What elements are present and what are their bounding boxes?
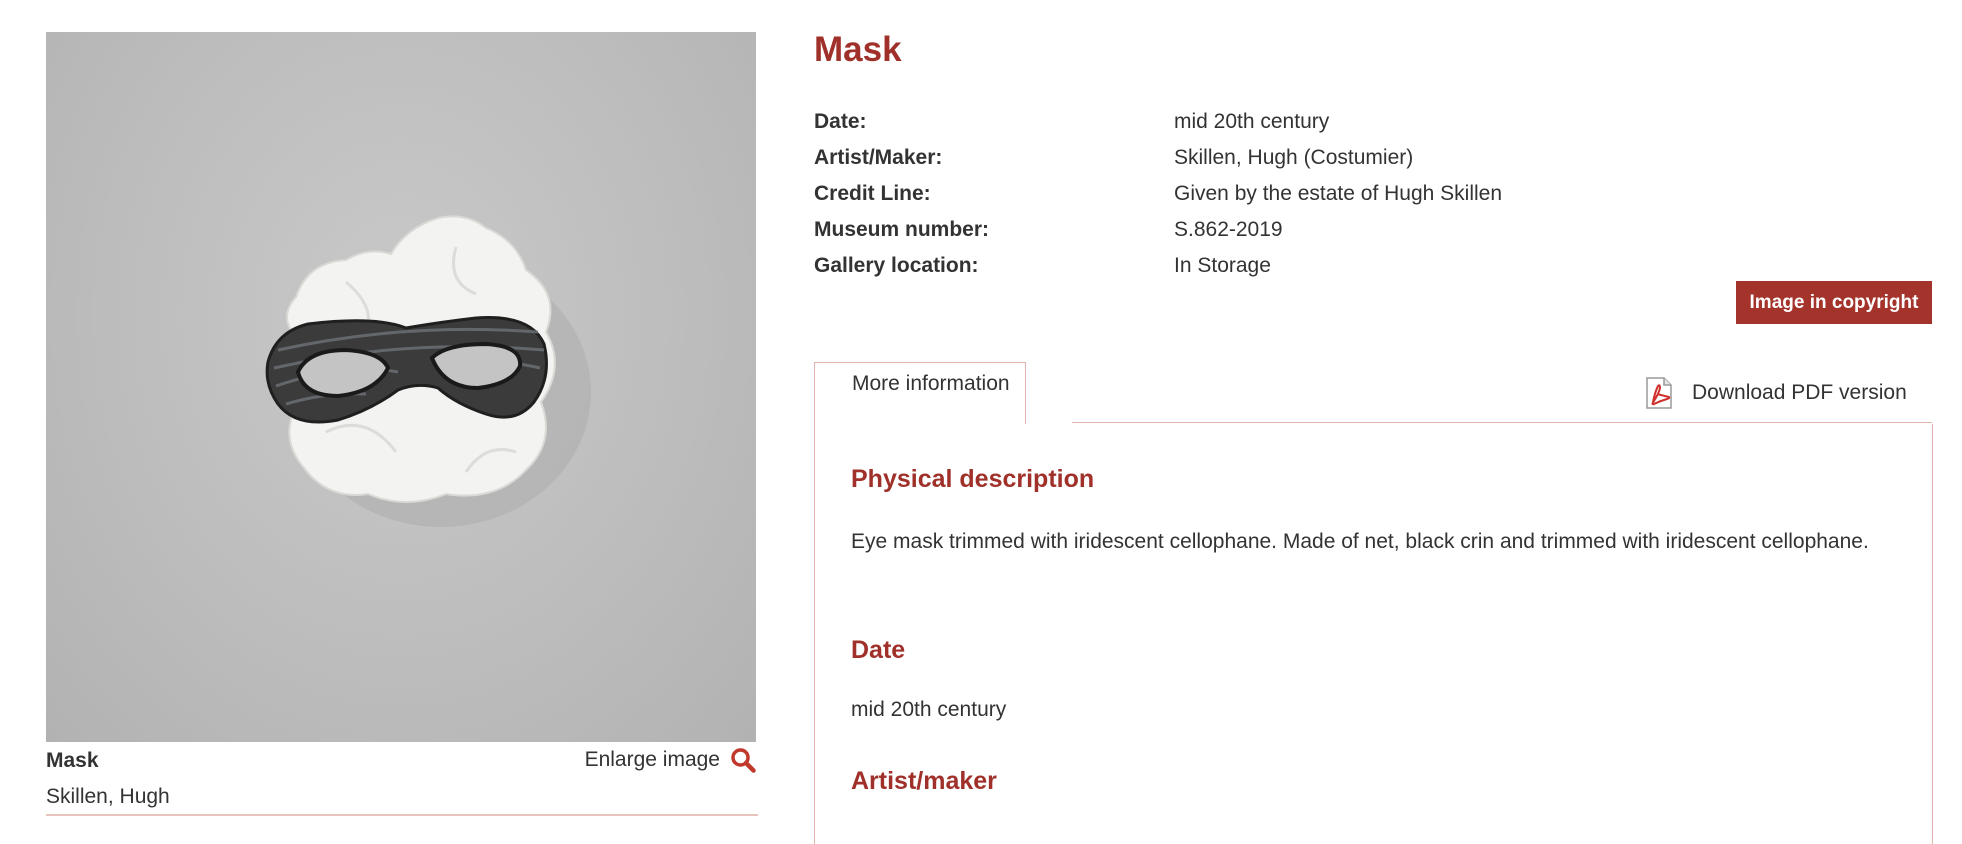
object-title: Mask	[814, 30, 902, 69]
object-metadata: Date: mid 20th century Artist/Maker: Ski…	[814, 104, 1714, 284]
physical-description-text: Eye mask trimmed with iridescent celloph…	[851, 530, 1869, 553]
meta-value: In Storage	[1174, 254, 1271, 277]
meta-row-museum-number: Museum number: S.862-2019	[814, 212, 1714, 248]
object-photo[interactable]	[46, 32, 756, 742]
enlarge-image-link[interactable]: Enlarge image	[585, 747, 756, 773]
tab-more-information[interactable]: More information	[814, 362, 1026, 424]
meta-label: Artist/Maker:	[814, 146, 943, 169]
meta-value: mid 20th century	[1174, 110, 1330, 133]
date-text: mid 20th century	[851, 698, 1007, 721]
artist-maker-heading: Artist/maker	[851, 767, 997, 795]
enlarge-image-label: Enlarge image	[584, 748, 720, 771]
meta-row-artist-maker: Artist/Maker: Skillen, Hugh (Costumier)	[814, 140, 1714, 176]
image-caption-maker: Skillen, Hugh	[46, 785, 170, 808]
meta-row-date: Date: mid 20th century	[814, 104, 1714, 140]
image-caption-title: Mask	[46, 749, 99, 772]
date-heading: Date	[851, 636, 906, 664]
download-pdf-label: Download PDF version	[1692, 381, 1907, 404]
pdf-file-icon	[1646, 377, 1672, 409]
physical-description-heading: Physical description	[851, 465, 1095, 493]
meta-row-credit-line: Credit Line: Given by the estate of Hugh…	[814, 176, 1714, 212]
meta-label: Museum number:	[814, 218, 990, 241]
meta-value: Skillen, Hugh (Costumier)	[1174, 146, 1414, 169]
tab-bar-divider	[1072, 422, 1932, 423]
image-in-copyright-button[interactable]: Image in copyright	[1736, 281, 1932, 324]
meta-label: Date:	[814, 110, 867, 133]
magnifier-icon	[731, 748, 756, 773]
meta-row-gallery-location: Gallery location: In Storage	[814, 248, 1714, 284]
mask-photo-illustration	[265, 215, 591, 527]
meta-label: Gallery location:	[814, 254, 979, 277]
caption-divider	[46, 814, 758, 816]
download-pdf-link[interactable]: Download PDF version	[1642, 376, 1907, 410]
meta-label: Credit Line:	[814, 182, 931, 205]
meta-value: S.862-2019	[1174, 218, 1283, 241]
meta-value: Given by the estate of Hugh Skillen	[1174, 182, 1503, 205]
